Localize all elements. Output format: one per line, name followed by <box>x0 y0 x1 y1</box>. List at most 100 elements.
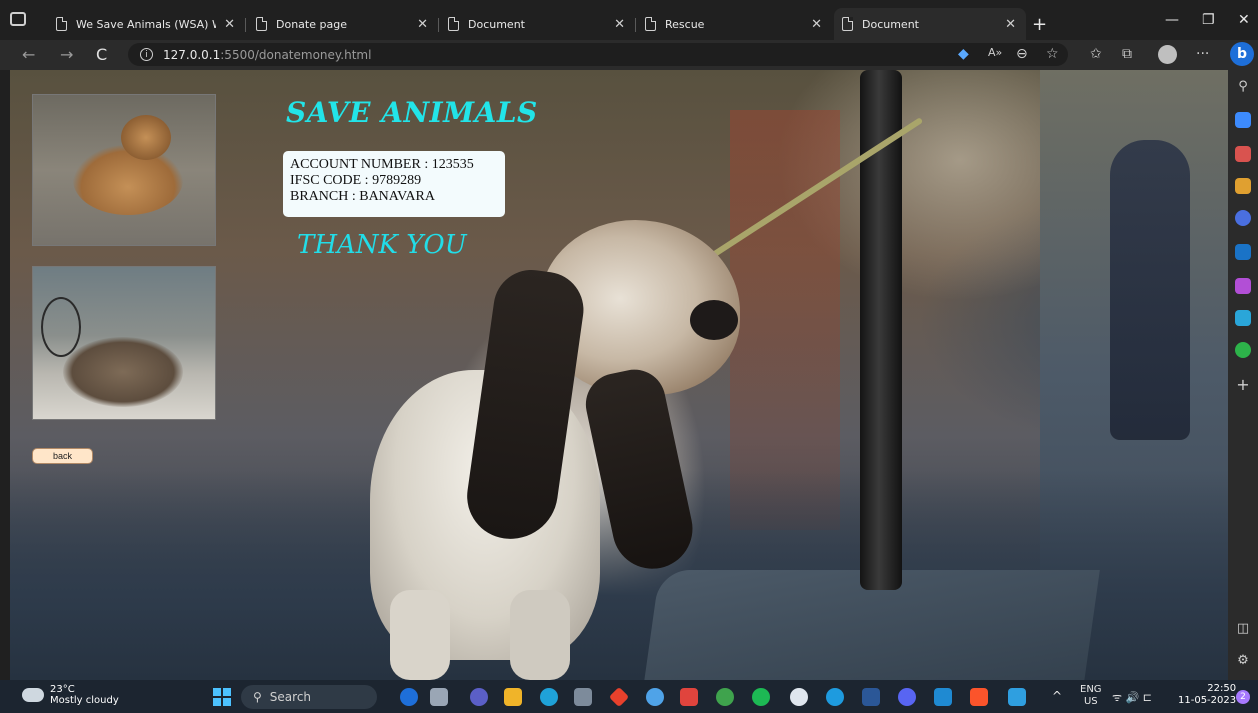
account-number: ACCOUNT NUMBER : 123535 <box>290 157 474 172</box>
word-icon[interactable] <box>862 688 880 706</box>
image-detail <box>63 337 183 407</box>
url-path: :5500/donatemoney.html <box>220 47 372 62</box>
file-explorer-icon[interactable] <box>504 688 522 706</box>
account-details-box: ACCOUNT NUMBER : 123535 IFSC CODE : 9789… <box>283 151 505 217</box>
image-detail <box>41 297 81 357</box>
edge-sidebar: ⚲ + ◫ ⚙ <box>1228 70 1258 680</box>
stray-dog-image <box>32 94 216 246</box>
page-title: SAVE ANIMALS <box>286 96 538 129</box>
tab-divider <box>245 18 246 32</box>
temperature: 23°C <box>50 684 75 695</box>
date: 11-05-2023 <box>1178 695 1237 706</box>
document-icon <box>56 17 67 31</box>
add-icon[interactable]: + <box>1235 375 1251 394</box>
tab-rescue[interactable]: Rescue ✕ <box>637 8 832 40</box>
document-icon <box>645 17 656 31</box>
tab-label: Document <box>468 17 525 31</box>
favorites-list-icon[interactable]: ✩ <box>1090 46 1102 62</box>
settings-icon[interactable]: ⚙ <box>1235 652 1251 668</box>
tab-close-icon[interactable]: ✕ <box>224 17 235 32</box>
profile-avatar[interactable] <box>1158 45 1177 64</box>
collections-icon[interactable]: ⧉ <box>1122 46 1132 62</box>
tab-close-icon[interactable]: ✕ <box>417 17 428 32</box>
thank-you-text: THANK YOU <box>297 230 467 260</box>
tab-label: Document <box>862 17 919 31</box>
windows-start-icon[interactable] <box>213 688 231 706</box>
taskbar: 23°C Mostly cloudy ⚲ Search ^ ENG US ᯤ 🔊… <box>0 680 1258 713</box>
copilot-icon[interactable]: b <box>1230 42 1254 66</box>
language-indicator[interactable]: ENG US <box>1080 684 1102 708</box>
url-host: 127.0.0.1 <box>163 47 221 62</box>
toolbox-icon[interactable] <box>1235 146 1251 162</box>
more-options-icon[interactable]: ··· <box>1196 46 1209 62</box>
tab-label: Donate page <box>276 17 347 31</box>
teams-icon[interactable] <box>470 688 488 706</box>
language-code: ENG <box>1080 684 1102 695</box>
zoom-icon[interactable]: ⊖ <box>1016 46 1028 62</box>
document-icon <box>256 17 267 31</box>
tree-icon[interactable] <box>1235 342 1251 358</box>
back-arrow-icon[interactable]: ← <box>22 45 35 64</box>
taskbar-search[interactable]: ⚲ Search <box>241 685 377 709</box>
chrome-canary-icon[interactable] <box>646 688 664 706</box>
new-tab-button[interactable]: + <box>1032 14 1047 35</box>
tab-wsa[interactable]: We Save Animals (WSA) Welfare ✕ <box>48 8 245 40</box>
brave-icon[interactable] <box>970 688 988 706</box>
show-hidden-icons[interactable]: ^ <box>1052 689 1062 703</box>
cow-image <box>32 266 216 420</box>
tab-label: Rescue <box>665 17 705 31</box>
task-view-icon[interactable] <box>430 688 448 706</box>
people-icon[interactable] <box>1235 178 1251 194</box>
tab-document-1[interactable]: Document ✕ <box>440 8 635 40</box>
tab-actions-icon[interactable] <box>10 12 26 26</box>
weather-widget[interactable]: 23°C Mostly cloudy <box>22 682 119 706</box>
edge-icon[interactable] <box>540 688 558 706</box>
vscode-icon[interactable] <box>934 688 952 706</box>
designer-icon[interactable] <box>1235 278 1251 294</box>
store-icon[interactable] <box>574 688 592 706</box>
background-decoration <box>730 110 840 530</box>
ifsc-code: IFSC CODE : 9789289 <box>290 173 422 188</box>
app-icon[interactable] <box>790 688 808 706</box>
reload-icon[interactable]: C <box>96 45 107 64</box>
favorite-icon[interactable]: ☆ <box>1046 46 1059 62</box>
notification-badge[interactable]: 2 <box>1236 690 1250 704</box>
app-icon[interactable] <box>826 688 844 706</box>
wifi-volume-battery-icons[interactable]: ᯤ 🔊 ⊏ <box>1112 690 1152 705</box>
cloud-icon <box>22 682 44 702</box>
spotify-icon[interactable] <box>752 688 770 706</box>
background-decoration <box>1110 140 1190 440</box>
panel-icon[interactable]: ◫ <box>1235 620 1251 636</box>
search-icon[interactable]: ⚲ <box>1235 78 1251 94</box>
system-clock[interactable]: 22:50 11-05-2023 <box>1178 683 1236 707</box>
close-window-button[interactable]: ✕ <box>1238 12 1250 28</box>
mcafee-icon[interactable] <box>680 688 698 706</box>
tag-icon[interactable] <box>1235 112 1251 128</box>
minimize-button[interactable]: — <box>1165 12 1179 28</box>
send-icon[interactable] <box>1235 310 1251 326</box>
read-aloud-icon[interactable]: A» <box>988 46 1002 59</box>
background-decoration <box>510 590 570 680</box>
forward-arrow-icon[interactable]: → <box>60 45 73 64</box>
chrome-icon[interactable] <box>716 688 734 706</box>
tag-icon[interactable]: ◆ <box>958 46 969 62</box>
outlook-icon[interactable] <box>1235 244 1251 260</box>
image-detail <box>73 145 183 215</box>
site-info-icon[interactable]: i <box>140 48 153 61</box>
tab-document-active[interactable]: Document ✕ <box>834 8 1026 40</box>
tab-close-icon[interactable]: ✕ <box>811 17 822 32</box>
photos-icon[interactable] <box>1008 688 1026 706</box>
back-button[interactable]: back <box>32 448 93 464</box>
copilot-icon[interactable] <box>1235 210 1251 226</box>
tab-close-icon[interactable]: ✕ <box>1005 17 1016 32</box>
maximize-button[interactable]: ❐ <box>1202 12 1215 28</box>
url-bar[interactable]: i 127.0.0.1 :5500/donatemoney.html <box>128 43 1068 66</box>
git-icon[interactable] <box>608 686 630 708</box>
tab-donate-page[interactable]: Donate page ✕ <box>248 8 438 40</box>
tab-close-icon[interactable]: ✕ <box>614 17 625 32</box>
keyboard-layout: US <box>1083 696 1098 707</box>
background-decoration <box>390 590 450 680</box>
copilot-app-icon[interactable] <box>400 688 418 706</box>
tab-label: We Save Animals (WSA) Welfare <box>76 17 216 31</box>
discord-icon[interactable] <box>898 688 916 706</box>
